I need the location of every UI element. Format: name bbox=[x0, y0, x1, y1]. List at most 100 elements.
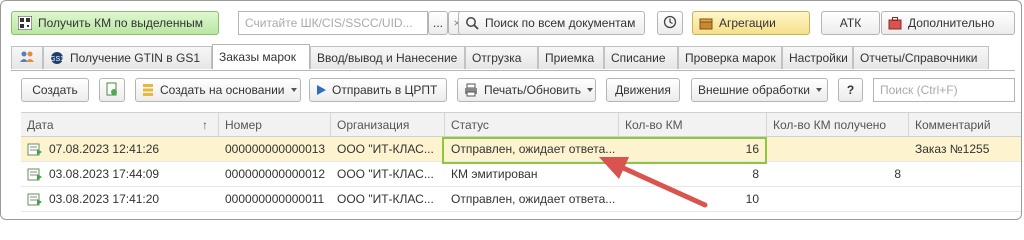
tab-check-marks-label: Проверка марок bbox=[685, 51, 776, 65]
search-all-button[interactable]: Поиск по всем документам bbox=[458, 11, 645, 35]
tab-reports[interactable]: Отчеты/Справочники bbox=[853, 46, 989, 69]
create-button[interactable]: Создать bbox=[21, 78, 89, 102]
help-icon: ? bbox=[846, 83, 855, 97]
create-label: Создать bbox=[32, 83, 78, 97]
column-header-qty-received[interactable]: Кол-во КМ получено bbox=[767, 113, 909, 136]
qty-received-cell bbox=[767, 187, 909, 211]
print-refresh-dropdown[interactable]: Печать/Обновить bbox=[457, 78, 596, 102]
comment-cell bbox=[909, 187, 1009, 211]
play-icon bbox=[316, 85, 326, 95]
search-icon bbox=[465, 16, 479, 30]
column-number-label: Номер bbox=[225, 117, 262, 132]
document-posted-icon bbox=[27, 167, 43, 181]
gs1-icon: GS1 bbox=[50, 51, 64, 65]
copy-button[interactable] bbox=[99, 78, 125, 102]
external-processing-dropdown[interactable]: Внешние обработки bbox=[691, 78, 828, 102]
printer-icon bbox=[464, 83, 478, 97]
tab-gtin-label: Получение GTIN в GS1 bbox=[70, 51, 201, 65]
tab-gtin[interactable]: GS1 Получение GTIN в GS1 bbox=[43, 46, 212, 69]
date-cell: 03.08.2023 17:44:09 bbox=[21, 162, 219, 186]
column-header-date[interactable]: Дата ↑ bbox=[21, 113, 219, 136]
organization-cell: ООО "ИТ-КЛАС... bbox=[337, 167, 434, 181]
tab-settings[interactable]: Настройки bbox=[782, 46, 853, 69]
barcode-input[interactable]: Считайте ШК/CIS/SSCC/UID... bbox=[238, 11, 428, 35]
send-crpt-label: Отправить в ЦРПТ bbox=[332, 83, 438, 97]
tab-users[interactable] bbox=[11, 46, 43, 69]
date-value: 07.08.2023 12:41:26 bbox=[49, 142, 160, 156]
tab-input-output[interactable]: Ввод/вывод и Нанесение bbox=[310, 46, 465, 69]
organization-cell: ООО "ИТ-КЛАС... bbox=[337, 142, 434, 156]
column-header-comment[interactable]: Комментарий bbox=[909, 113, 1009, 136]
help-button[interactable]: ? bbox=[838, 78, 863, 102]
tab-receipt-label: Приемка bbox=[545, 51, 595, 65]
search-all-label: Поиск по всем документам bbox=[485, 16, 636, 30]
column-comment-label: Комментарий bbox=[915, 117, 991, 132]
column-status-label: Статус bbox=[451, 117, 489, 132]
column-header-organization[interactable]: Организация bbox=[331, 113, 445, 136]
table-row[interactable]: 03.08.2023 17:44:09 000000000000012 ООО … bbox=[21, 162, 1021, 187]
document-toolbar: Создать Создать на основании Отправить в… bbox=[11, 77, 1015, 103]
search-input[interactable]: Поиск (Ctrl+F) bbox=[873, 78, 1015, 102]
table-header: Дата ↑ Номер Организация Статус Кол-во К… bbox=[21, 112, 1021, 137]
qty-received-cell: 8 bbox=[894, 167, 901, 181]
history-button[interactable] bbox=[657, 11, 683, 35]
atk-button[interactable]: АТК bbox=[821, 11, 880, 35]
tab-orders-label: Заказы марок bbox=[219, 50, 296, 64]
column-qty-received-label: Кол-во КМ получено bbox=[773, 117, 887, 132]
tab-writeoff[interactable]: Списание bbox=[604, 46, 678, 69]
number-cell: 000000000000012 bbox=[225, 167, 326, 181]
window: Получить КМ по выделенным Считайте ШК/CI… bbox=[0, 0, 1022, 220]
column-header-status[interactable]: Статус bbox=[445, 113, 619, 136]
tab-shipment[interactable]: Отгрузка bbox=[465, 46, 538, 69]
create-based-dropdown[interactable]: Создать на основании bbox=[135, 78, 301, 102]
tab-writeoff-label: Списание bbox=[611, 51, 666, 65]
table-row[interactable]: 03.08.2023 17:41:20 000000000000011 ООО … bbox=[21, 187, 1021, 212]
aggregation-label: Агрегации bbox=[719, 16, 776, 30]
tab-bar: GS1 Получение GTIN в GS1 Заказы марок Вв… bbox=[11, 44, 1015, 71]
qty-received-cell bbox=[767, 137, 909, 161]
number-cell: 000000000000011 bbox=[225, 192, 325, 206]
date-value: 03.08.2023 17:41:20 bbox=[49, 192, 160, 206]
table-row[interactable]: 07.08.2023 12:41:26 000000000000013 ООО … bbox=[21, 137, 1021, 162]
top-toolbar: Получить КМ по выделенным Считайте ШК/CI… bbox=[11, 9, 1015, 37]
column-qty-label: Кол-во КМ bbox=[625, 117, 683, 132]
copy-document-icon bbox=[105, 82, 119, 99]
date-cell: 03.08.2023 17:41:20 bbox=[21, 187, 219, 211]
stack-icon bbox=[142, 83, 154, 97]
sort-arrow-icon: ↑ bbox=[202, 117, 208, 132]
annotation-arrow-icon bbox=[599, 157, 708, 208]
browse-button[interactable]: ... bbox=[428, 11, 448, 35]
organization-cell: ООО "ИТ-КЛАС... bbox=[337, 192, 434, 206]
comment-cell bbox=[909, 162, 1009, 186]
tab-check-marks[interactable]: Проверка марок bbox=[678, 46, 782, 69]
tab-orders[interactable]: Заказы марок bbox=[212, 44, 310, 69]
tab-input-output-label: Ввод/вывод и Нанесение bbox=[317, 51, 458, 65]
more-label: Дополнительно bbox=[908, 16, 995, 30]
get-km-button[interactable]: Получить КМ по выделенным bbox=[11, 11, 219, 35]
more-button[interactable]: Дополнительно bbox=[881, 11, 1015, 35]
print-refresh-label: Печать/Обновить bbox=[484, 83, 581, 97]
column-organization-label: Организация bbox=[337, 117, 410, 132]
history-icon bbox=[663, 15, 677, 32]
column-date-label: Дата bbox=[27, 117, 54, 132]
users-icon bbox=[19, 50, 35, 67]
movements-button[interactable]: Движения bbox=[606, 78, 680, 102]
send-crpt-button[interactable]: Отправить в ЦРПТ bbox=[309, 78, 447, 102]
create-based-label: Создать на основании bbox=[160, 83, 285, 97]
column-header-qty[interactable]: Кол-во КМ bbox=[619, 113, 767, 136]
tab-settings-label: Настройки bbox=[789, 51, 848, 65]
get-km-label: Получить КМ по выделенным bbox=[38, 16, 203, 30]
column-header-number[interactable]: Номер bbox=[219, 113, 331, 136]
tab-reports-label: Отчеты/Справочники bbox=[860, 51, 978, 65]
tab-receipt[interactable]: Приемка bbox=[538, 46, 604, 69]
document-posted-icon bbox=[27, 142, 43, 156]
svg-text:GS1: GS1 bbox=[50, 56, 64, 63]
atk-label: АТК bbox=[839, 16, 862, 30]
comment-cell: Заказ №1255 bbox=[915, 142, 990, 156]
box-icon bbox=[699, 16, 713, 30]
movements-label: Движения bbox=[615, 83, 671, 97]
date-value: 03.08.2023 17:44:09 bbox=[49, 167, 160, 181]
barcode-placeholder: Считайте ШК/CIS/SSCC/UID... bbox=[245, 16, 413, 30]
external-processing-label: Внешние обработки bbox=[698, 83, 810, 97]
aggregation-button[interactable]: Агрегации bbox=[692, 11, 810, 35]
